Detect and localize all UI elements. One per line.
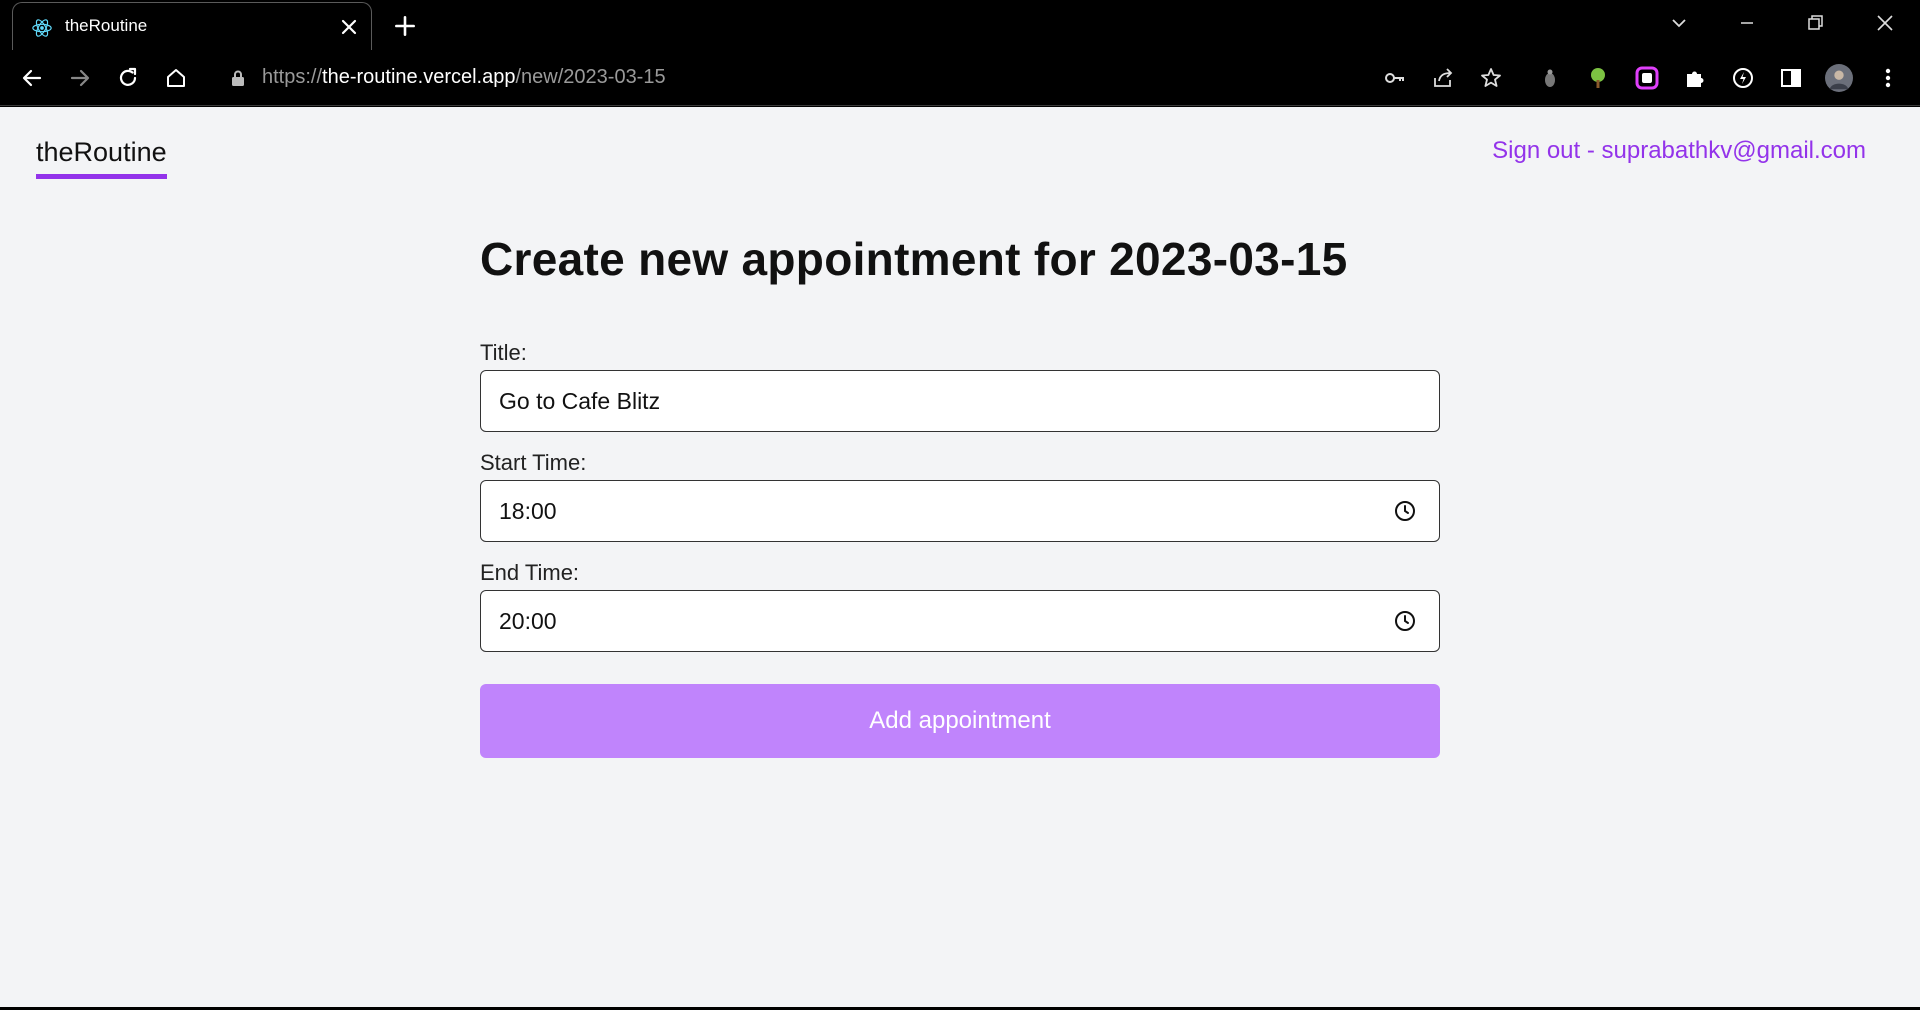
window-close-icon[interactable] xyxy=(1870,8,1900,38)
address-bar[interactable]: https://the-routine.vercel.app/new/2023-… xyxy=(262,66,666,89)
browser-toolbar: https://the-routine.vercel.app/new/2023-… xyxy=(0,50,1920,106)
page-title: Create new appointment for 2023-03-15 xyxy=(480,233,1348,285)
avatar[interactable] xyxy=(1825,64,1853,92)
back-icon[interactable] xyxy=(18,64,46,92)
end-time-field xyxy=(480,590,1440,652)
share-icon[interactable] xyxy=(1429,64,1457,92)
home-icon[interactable] xyxy=(162,64,190,92)
url-path: /new/2023-03-15 xyxy=(515,66,666,88)
tab-strip: theRoutine xyxy=(0,0,1920,50)
forward-icon[interactable] xyxy=(66,64,94,92)
reload-icon[interactable] xyxy=(114,64,142,92)
start-time-input[interactable] xyxy=(481,481,1439,541)
restore-icon[interactable] xyxy=(1800,8,1830,38)
tab-title: theRoutine xyxy=(65,16,148,35)
clock-icon[interactable] xyxy=(1393,609,1417,633)
bookmark-star-icon[interactable] xyxy=(1477,64,1505,92)
minimize-icon[interactable] xyxy=(1732,8,1762,38)
lock-icon[interactable] xyxy=(224,64,252,92)
extension-tree-icon[interactable] xyxy=(1584,64,1612,92)
extension-color-icon[interactable] xyxy=(1633,64,1661,92)
signout-link[interactable]: Sign out - suprabathkv@gmail.com xyxy=(1492,137,1866,165)
browser-tab[interactable]: theRoutine xyxy=(12,2,372,50)
side-panel-icon[interactable] xyxy=(1777,64,1805,92)
key-icon[interactable] xyxy=(1381,64,1409,92)
title-field xyxy=(480,370,1440,432)
brand-logo[interactable]: theRoutine xyxy=(36,137,167,179)
menu-dots-icon[interactable] xyxy=(1874,64,1902,92)
new-tab-icon[interactable] xyxy=(392,13,418,39)
extensions-puzzle-icon[interactable] xyxy=(1681,64,1709,92)
title-label: Title: xyxy=(480,340,527,365)
close-icon[interactable] xyxy=(337,15,361,39)
url-host: the-routine.vercel.app xyxy=(322,66,516,88)
title-input[interactable] xyxy=(481,371,1439,431)
react-icon xyxy=(32,19,52,37)
start-time-field xyxy=(480,480,1440,542)
extension-bug-icon[interactable] xyxy=(1536,64,1564,92)
add-appointment-button[interactable]: Add appointment xyxy=(480,684,1440,758)
end-time-input[interactable] xyxy=(481,591,1439,651)
start-time-label: Start Time: xyxy=(480,450,587,475)
appointment-form: Create new appointment for 2023-03-15 Ti… xyxy=(480,232,1440,758)
url-scheme: https:// xyxy=(262,66,323,88)
performance-icon[interactable] xyxy=(1729,64,1757,92)
tab-search-icon[interactable] xyxy=(1664,8,1694,38)
clock-icon[interactable] xyxy=(1393,499,1417,523)
page: theRoutine Sign out - suprabathkv@gmail.… xyxy=(0,107,1920,1007)
end-time-label: End Time: xyxy=(480,560,580,585)
